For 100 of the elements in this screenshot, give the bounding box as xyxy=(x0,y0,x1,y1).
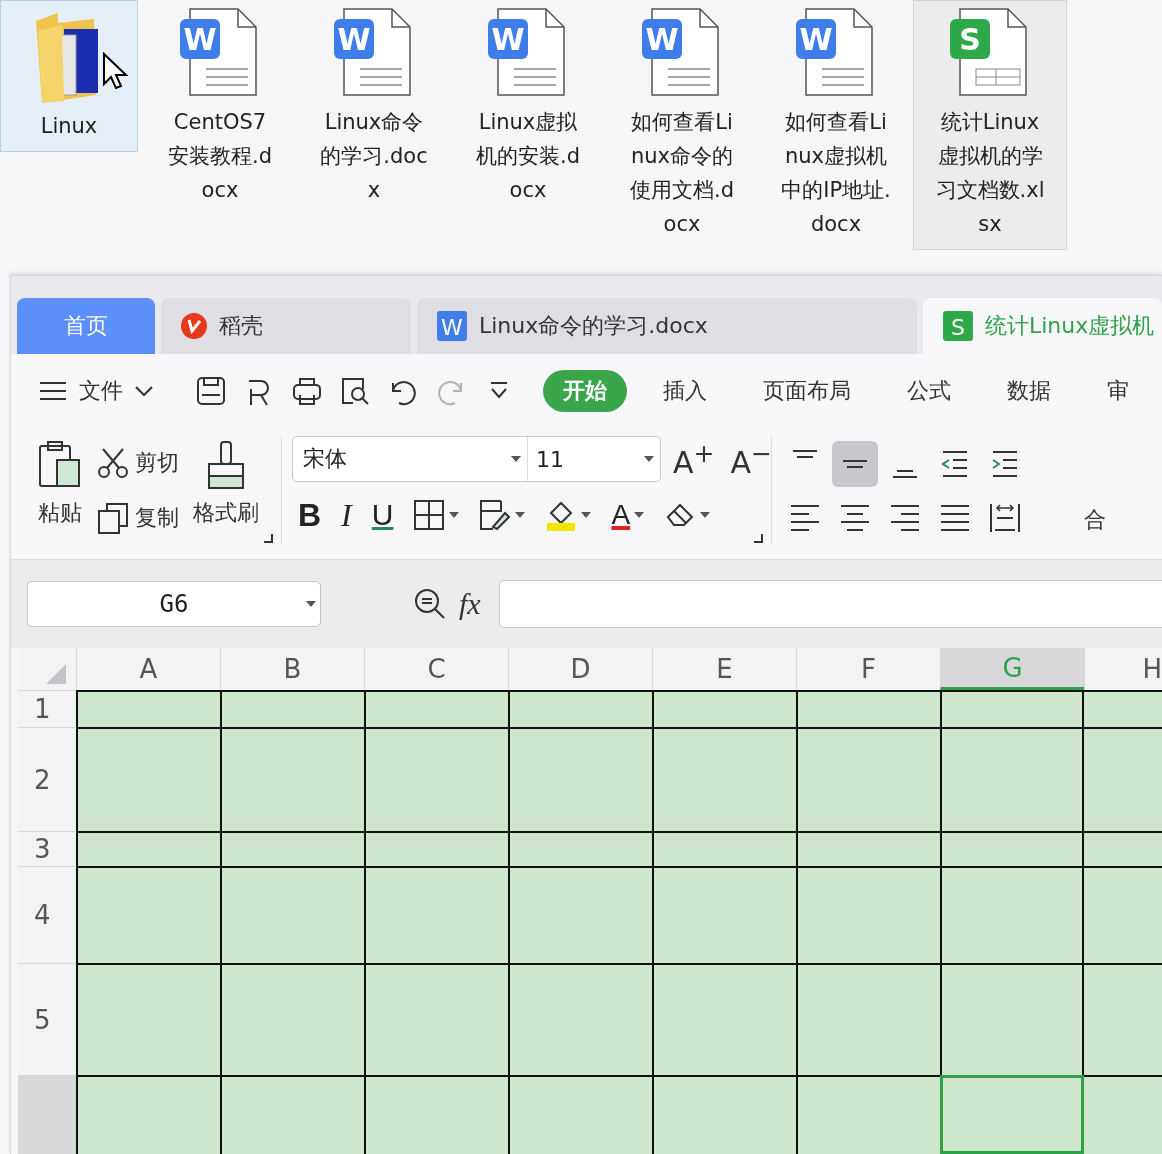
cell-style-icon xyxy=(479,499,512,531)
sheet-cell[interactable] xyxy=(1084,727,1162,831)
caret-down-icon xyxy=(700,512,711,518)
underline-button[interactable]: U xyxy=(365,492,400,538)
sheet-cell[interactable] xyxy=(364,690,508,727)
sheet-cell[interactable] xyxy=(220,1075,364,1154)
sheet-cell[interactable] xyxy=(940,690,1084,727)
sheet-cell[interactable] xyxy=(652,727,796,831)
sheet-cell[interactable] xyxy=(220,727,364,831)
file-item[interactable]: W 如何查看Linux虚拟机中的IP地址.docx xyxy=(759,0,913,250)
sheet-cell[interactable] xyxy=(76,831,220,866)
sheet-cell[interactable] xyxy=(1084,831,1162,866)
active-cell[interactable] xyxy=(940,1075,1084,1154)
ribbon-tab[interactable]: 页面布局 xyxy=(743,370,871,412)
sheet-cell[interactable] xyxy=(652,866,796,963)
sheet-cell[interactable] xyxy=(76,727,220,831)
column-header[interactable]: H xyxy=(1084,648,1162,690)
sheet-cell[interactable] xyxy=(508,866,652,963)
ribbon-tab[interactable]: 公式 xyxy=(887,370,971,412)
caret-down-icon xyxy=(449,512,460,518)
file-name: Linux xyxy=(39,113,99,140)
sheet-cell[interactable] xyxy=(220,866,364,963)
file-menu[interactable]: 文件 xyxy=(39,376,167,406)
scissors-icon xyxy=(97,447,129,480)
file-item[interactable]: W Linux命令的学习.docx xyxy=(297,0,451,216)
dialog-launcher-icon[interactable] xyxy=(753,533,763,543)
sheet-cell[interactable] xyxy=(796,727,940,831)
sheet-cell[interactable] xyxy=(76,866,220,963)
sheet-cell[interactable] xyxy=(76,1075,220,1154)
file-item[interactable]: W 如何查看Linux命令的使用文档.docx xyxy=(605,0,759,250)
file-item[interactable]: W Linux虚拟机的安装.docx xyxy=(451,0,605,216)
sheet-cell[interactable] xyxy=(364,831,508,866)
sheet-cell[interactable] xyxy=(940,727,1084,831)
chevron-down-icon xyxy=(135,385,153,397)
file-name: 如何查看Linux虚拟机中的IP地址.docx xyxy=(780,109,892,238)
sheet-cell[interactable] xyxy=(1084,963,1162,1075)
paste-button[interactable]: 粘贴 xyxy=(31,436,89,545)
align-middle-button[interactable] xyxy=(832,440,878,487)
sheet-cell[interactable] xyxy=(508,1075,652,1154)
document-tab[interactable]: W Linux命令的学习.docx xyxy=(417,298,917,354)
sheet-cell[interactable] xyxy=(796,866,940,963)
sheet-cell[interactable] xyxy=(1084,866,1162,963)
sheet-cell[interactable] xyxy=(220,831,364,866)
ribbon-tab[interactable]: 插入 xyxy=(643,370,727,412)
document-tab[interactable]: 稻壳 xyxy=(161,298,411,354)
file-item[interactable]: Linux xyxy=(0,0,138,152)
file-item[interactable]: S 统计Linux虚拟机的学习文档数.xlsx xyxy=(913,0,1067,250)
sheet-cell[interactable] xyxy=(364,727,508,831)
font-color-button[interactable]: A xyxy=(605,492,651,538)
caret-down-icon xyxy=(515,512,526,518)
copy-button[interactable]: 复制 xyxy=(89,497,187,538)
sheet-cell[interactable] xyxy=(220,963,364,1075)
document-icon: W xyxy=(437,311,467,341)
insert-function-button[interactable]: fx xyxy=(459,587,481,621)
distributed-icon xyxy=(989,501,1021,534)
cut-button[interactable]: 剪切 xyxy=(89,443,187,484)
caret-down-icon xyxy=(306,601,316,607)
sheet-cell[interactable] xyxy=(508,831,652,866)
sheet-cell[interactable] xyxy=(796,831,940,866)
sheet-cell[interactable] xyxy=(364,866,508,963)
sheet-cell[interactable] xyxy=(364,1075,508,1154)
sheet-cell[interactable] xyxy=(796,963,940,1075)
sheet-cell[interactable] xyxy=(652,1075,796,1154)
formula-field[interactable] xyxy=(498,580,1162,628)
dialog-launcher-icon[interactable] xyxy=(263,533,273,543)
bold-button[interactable]: B xyxy=(292,492,328,538)
merge-button[interactable]: 合 xyxy=(1076,501,1114,539)
caret-down-icon xyxy=(581,512,592,518)
paint-bucket-icon xyxy=(545,499,578,531)
print-preview-icon xyxy=(339,375,371,407)
ribbon-tab[interactable]: 审 xyxy=(1087,370,1149,412)
flame-logo-icon xyxy=(181,313,207,339)
sheet-cell[interactable] xyxy=(220,690,364,727)
sheet-cell[interactable] xyxy=(796,690,940,727)
file-item[interactable]: W CentOS7安装教程.docx xyxy=(143,0,297,216)
italic-button[interactable]: I xyxy=(335,492,358,538)
sheet-cell[interactable] xyxy=(940,831,1084,866)
sheet-cell[interactable] xyxy=(76,963,220,1075)
sheet-cell[interactable] xyxy=(940,866,1084,963)
sheet-cell[interactable] xyxy=(1084,1075,1162,1154)
format-painter-button[interactable]: 格式刷 xyxy=(187,436,265,545)
zoom-icon[interactable] xyxy=(413,587,447,621)
sheet-cell[interactable] xyxy=(652,690,796,727)
file-name: 如何查看Linux命令的使用文档.docx xyxy=(629,109,735,238)
sheet-cell[interactable] xyxy=(508,690,652,727)
sheet-cell[interactable] xyxy=(1084,690,1162,727)
sheet-cell[interactable] xyxy=(940,963,1084,1075)
increase-font-button[interactable]: A$^{+}$ xyxy=(669,438,719,480)
decrease-font-button[interactable]: A$^{−}$ xyxy=(726,438,776,480)
sheet-cell[interactable] xyxy=(364,963,508,1075)
save-icon xyxy=(195,375,227,407)
ribbon-tab[interactable]: 数据 xyxy=(987,370,1071,412)
sheet-cell[interactable] xyxy=(508,963,652,1075)
sheet-cell[interactable] xyxy=(76,690,220,727)
sheet-cell[interactable] xyxy=(508,727,652,831)
name-box[interactable]: G6 xyxy=(27,581,321,627)
sheet-cell[interactable] xyxy=(652,831,796,866)
sheet-cell[interactable] xyxy=(652,963,796,1075)
spreadsheet-icon: S xyxy=(943,311,973,341)
sheet-cell[interactable] xyxy=(796,1075,940,1154)
